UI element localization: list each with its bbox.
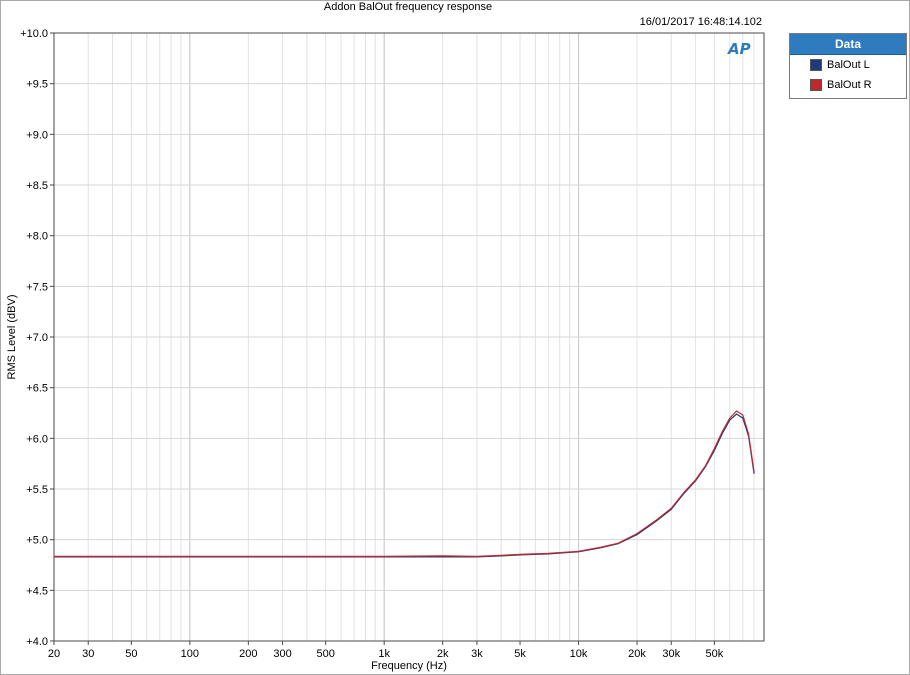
chart-canvas: +10.0 +9.5 +9.0 +8.5 +8.0 +7.5 +7.0 +6.5 +6.0 +5.…: [6, 28, 765, 672]
y-tick-label: +6.0: [26, 433, 48, 445]
x-tick-label: 100: [181, 648, 199, 660]
y-tick-label: +4.5: [26, 585, 48, 597]
legend: Data BalOut L BalOut R: [789, 33, 907, 99]
x-tick-label: 30: [82, 648, 94, 660]
x-tick-label: 50: [125, 648, 137, 660]
x-tick-label: 10k: [570, 648, 588, 660]
legend-item-balout-r[interactable]: BalOut R: [790, 75, 906, 95]
x-tick-label: 500: [317, 648, 335, 660]
x-tick-label: 300: [273, 648, 291, 660]
x-tick-label: 200: [239, 648, 257, 660]
legend-swatch-r: [810, 79, 822, 91]
y-tick-label: +4.0: [26, 636, 48, 648]
x-tick-label: 5k: [514, 648, 526, 660]
y-tick-label: +7.5: [26, 281, 48, 293]
y-tick-label: +9.0: [26, 129, 48, 141]
y-tick-label: +5.5: [26, 484, 48, 496]
y-tick-label: +5.0: [26, 535, 48, 547]
y-tick-label: +10.0: [20, 28, 48, 40]
x-tick-label: 50k: [706, 648, 724, 660]
y-tick-label: +7.0: [26, 332, 48, 344]
y-tick-label: +9.5: [26, 79, 48, 91]
y-axis-label: RMS Level (dBV): [6, 295, 18, 380]
legend-swatch-l: [810, 59, 822, 71]
legend-label-r: BalOut R: [827, 79, 872, 91]
y-tick-label: +6.5: [26, 383, 48, 395]
legend-header: Data: [790, 34, 906, 55]
ap-logo-icon: AP: [728, 40, 751, 58]
x-tick-label: 30k: [662, 648, 680, 660]
x-tick-label: 20: [48, 648, 60, 660]
x-axis-label: Frequency (Hz): [371, 660, 447, 672]
x-tick-label: 1k: [378, 648, 390, 660]
x-tick-label: 2k: [437, 648, 449, 660]
y-tick-label: +8.5: [26, 180, 48, 192]
x-tick-label: 20k: [628, 648, 646, 660]
legend-item-balout-l[interactable]: BalOut L: [790, 55, 906, 75]
y-tick-label: +8.0: [26, 231, 48, 243]
x-tick-label: 3k: [471, 648, 483, 660]
legend-label-l: BalOut L: [827, 59, 870, 71]
